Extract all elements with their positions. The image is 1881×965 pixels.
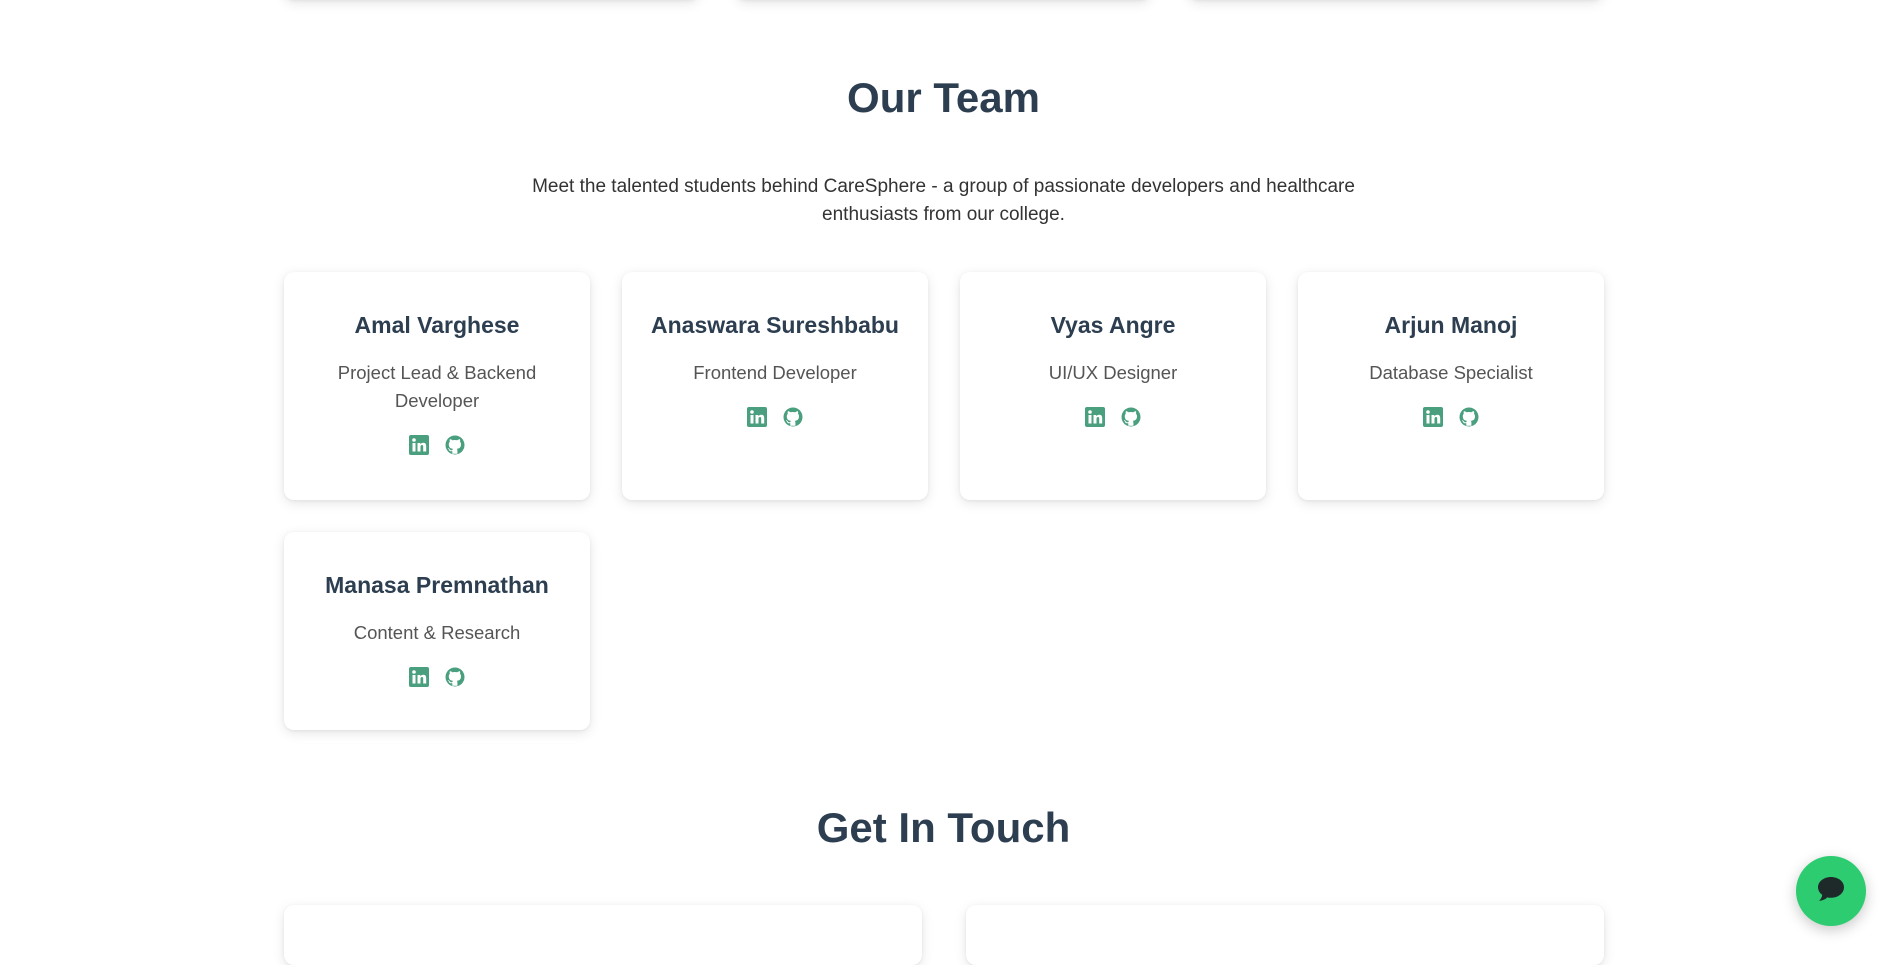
contact-section-title: Get In Touch: [816, 804, 1071, 851]
linkedin-icon[interactable]: [1085, 407, 1105, 427]
github-icon[interactable]: [445, 667, 465, 687]
linkedin-icon[interactable]: [747, 407, 767, 427]
member-name: Anaswara Sureshbabu: [651, 312, 899, 338]
github-icon[interactable]: [445, 435, 465, 455]
contact-info-card: [284, 905, 922, 965]
team-member-card: Arjun Manoj Database Specialist: [1298, 272, 1604, 500]
member-name: Amal Varghese: [354, 312, 520, 338]
chat-button[interactable]: [1796, 856, 1866, 926]
team-member-card: Anaswara Sureshbabu Frontend Developer: [622, 272, 928, 500]
team-member-card: Vyas Angre UI/UX Designer: [960, 272, 1266, 500]
team-intro: Meet the talented students behind CareSp…: [532, 176, 1355, 225]
team-member-card: Manasa Premnathan Content & Research: [284, 532, 590, 730]
member-name: Manasa Premnathan: [325, 572, 549, 598]
team-section-title: Our Team: [847, 74, 1040, 121]
member-name: Arjun Manoj: [1384, 312, 1518, 338]
github-icon[interactable]: [1121, 407, 1141, 427]
chat-bubble-icon: [1816, 875, 1846, 908]
linkedin-icon[interactable]: [409, 667, 429, 687]
linkedin-icon[interactable]: [1423, 407, 1443, 427]
member-name: Vyas Angre: [1050, 312, 1176, 338]
member-role: Content & Research: [353, 622, 521, 643]
member-role: Project Lead & Backend Developer: [337, 362, 537, 411]
github-icon[interactable]: [783, 407, 803, 427]
linkedin-icon[interactable]: [409, 435, 429, 455]
team-member-card: Amal Varghese Project Lead & Backend Dev…: [284, 272, 590, 500]
contact-form-card: [966, 905, 1604, 965]
member-role: Frontend Developer: [693, 362, 857, 383]
member-role: Database Specialist: [1369, 362, 1533, 383]
member-role: UI/UX Designer: [1048, 362, 1178, 383]
github-icon[interactable]: [1459, 407, 1479, 427]
